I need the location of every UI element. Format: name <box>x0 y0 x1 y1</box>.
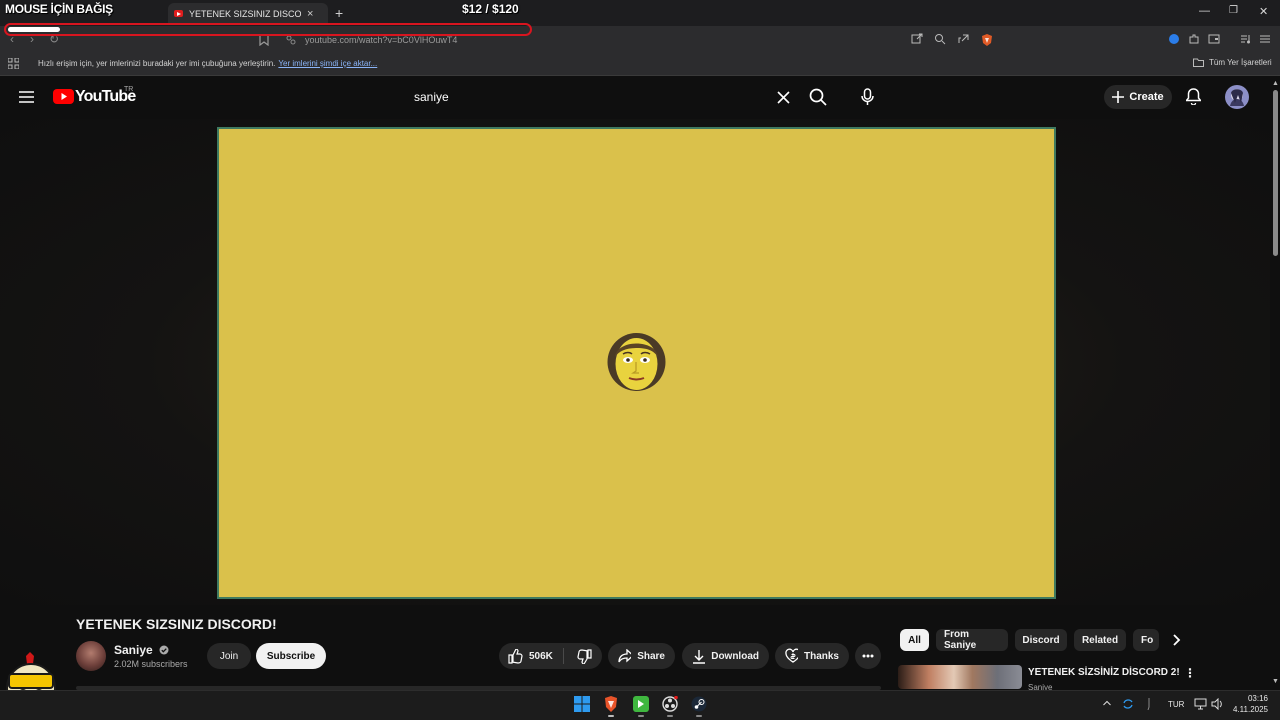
tray-sync-icon[interactable] <box>1122 698 1134 710</box>
thanks-heart-icon <box>785 648 798 663</box>
more-horizontal-icon <box>862 654 874 658</box>
related-more-icon[interactable]: ⋮ <box>1184 666 1196 680</box>
obs-running-indicator <box>667 715 673 717</box>
folder-icon <box>1193 58 1204 67</box>
brave-running-indicator <box>608 715 614 717</box>
all-bookmarks-button[interactable]: Tüm Yer İşaretleri <box>1193 58 1272 67</box>
tray-volume-icon[interactable] <box>1211 698 1223 710</box>
like-button[interactable]: 506K <box>499 648 564 664</box>
chip-discord[interactable]: Discord <box>1015 629 1067 651</box>
open-in-app-icon[interactable] <box>911 33 923 45</box>
windows-start-icon[interactable] <box>574 696 590 712</box>
apps-grid-icon[interactable] <box>8 58 19 69</box>
share-button[interactable]: Share <box>608 643 675 669</box>
video-character-face <box>607 333 666 391</box>
share-label: Share <box>637 650 665 662</box>
like-count: 506K <box>529 650 553 662</box>
thumbs-up-icon <box>508 648 523 664</box>
thumbs-down-icon <box>577 648 592 664</box>
chip-truncated[interactable]: Fo <box>1133 629 1159 651</box>
green-app-running-indicator <box>638 715 644 717</box>
extension-blue-icon[interactable] <box>1168 33 1180 45</box>
channel-avatar[interactable] <box>76 641 106 671</box>
account-avatar[interactable] <box>1225 85 1249 109</box>
wallet-icon[interactable] <box>1208 33 1220 45</box>
like-dislike-group: 506K <box>499 643 602 669</box>
thanks-label: Thanks <box>803 650 839 662</box>
browser-menu-icon[interactable] <box>1259 33 1271 45</box>
related-video-title[interactable]: YETENEK SİZSİNİZ DİSCORD 2! <box>1028 667 1180 678</box>
chip-from-saniye[interactable]: From Saniye <box>936 629 1008 651</box>
steam-running-indicator <box>696 715 702 717</box>
subscriber-count: 2.02M subscribers <box>114 659 188 669</box>
subscribe-button[interactable]: Subscribe <box>256 643 326 669</box>
tray-chevron-up-icon[interactable] <box>1103 700 1111 706</box>
tab-title: YETENEK SIZSINIZ DISCORD! - Y <box>189 8 301 19</box>
import-bookmarks-link[interactable]: Yer imlerini şimdi içe aktar... <box>278 59 377 68</box>
url-field[interactable]: youtube.com/watch?v=bC0VlHOuwT4 <box>305 35 457 45</box>
plus-icon <box>1112 91 1125 103</box>
share-icon <box>618 649 632 663</box>
youtube-logo-icon[interactable] <box>53 89 74 104</box>
steam-icon[interactable] <box>691 696 707 712</box>
download-button[interactable]: Download <box>682 643 769 669</box>
region-code: TR <box>124 86 134 93</box>
hamburger-menu-icon[interactable] <box>19 91 34 103</box>
donation-goal-title: MOUSE İÇİN BAĞIŞ <box>5 2 113 16</box>
zoom-icon[interactable] <box>934 33 946 45</box>
chevron-right-icon[interactable] <box>1168 630 1186 650</box>
media-controls-icon[interactable] <box>1240 33 1252 45</box>
chip-all[interactable]: All <box>900 629 929 651</box>
youtube-favicon-icon <box>174 10 183 17</box>
tray-date[interactable]: 4.11.2025 <box>1232 705 1268 714</box>
create-button[interactable]: Create <box>1104 85 1172 109</box>
download-icon <box>693 649 705 664</box>
tray-time[interactable]: 03:16 <box>1246 694 1268 703</box>
tray-network-icon[interactable] <box>1194 698 1207 710</box>
share-page-icon[interactable] <box>957 33 969 45</box>
search-input[interactable] <box>400 82 796 112</box>
donation-goal-amount: $12 / $120 <box>462 2 519 16</box>
minimize-button[interactable]: — <box>1199 5 1210 17</box>
close-window-button[interactable]: ✕ <box>1259 5 1268 18</box>
donation-progress-bar <box>4 23 532 36</box>
search-icon[interactable] <box>809 88 827 106</box>
video-title: YETENEK SIZSINIZ DISCORD! <box>76 616 277 632</box>
thanks-button[interactable]: Thanks <box>775 643 849 669</box>
scroll-up-icon[interactable]: ▲ <box>1272 80 1279 87</box>
dislike-button[interactable] <box>570 648 592 664</box>
scrollbar-thumb[interactable] <box>1273 90 1278 256</box>
site-info-icon[interactable] <box>286 35 296 45</box>
join-button[interactable]: Join <box>207 643 251 669</box>
tray-pen-icon[interactable] <box>1146 698 1152 710</box>
chip-related[interactable]: Related <box>1074 629 1126 651</box>
extensions-puzzle-icon[interactable] <box>1188 33 1200 45</box>
brave-shield-icon[interactable] <box>980 33 994 47</box>
donation-progress-fill <box>8 27 60 32</box>
more-actions-button[interactable] <box>855 643 881 669</box>
channel-name[interactable]: Saniye <box>114 643 169 657</box>
search-value[interactable]: saniye <box>414 90 449 104</box>
bookmark-prompt: Hızlı erişim için, yer imlerinizi burada… <box>38 59 377 68</box>
green-app-icon[interactable] <box>633 696 649 712</box>
restore-button[interactable]: ❐ <box>1229 5 1238 16</box>
scroll-down-icon[interactable]: ▼ <box>1272 678 1279 685</box>
microphone-icon[interactable] <box>861 88 874 106</box>
all-bookmarks-label: Tüm Yer İşaretleri <box>1209 58 1272 67</box>
brave-browser-icon[interactable] <box>603 696 619 712</box>
tab-youtube[interactable]: YETENEK SIZSINIZ DISCORD! - Y × <box>168 3 328 24</box>
obs-icon[interactable] <box>662 696 678 712</box>
related-video-thumbnail[interactable] <box>898 665 1022 689</box>
close-tab-icon[interactable]: × <box>307 8 313 20</box>
new-tab-button[interactable]: + <box>335 5 343 21</box>
verified-icon <box>159 645 169 655</box>
clear-search-icon[interactable] <box>777 91 790 104</box>
tray-language[interactable]: TUR <box>1168 700 1184 709</box>
notifications-bell-icon[interactable] <box>1186 88 1201 105</box>
download-label: Download <box>711 650 759 662</box>
bookmark-prompt-text: Hızlı erişim için, yer imlerinizi burada… <box>38 59 276 68</box>
create-label: Create <box>1129 91 1164 103</box>
channel-name-text: Saniye <box>114 643 153 657</box>
